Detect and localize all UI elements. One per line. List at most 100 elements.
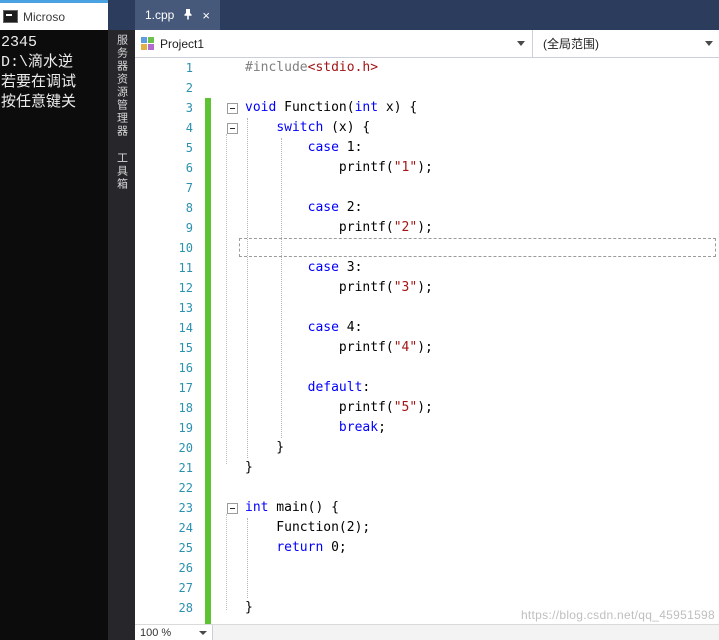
collapse-toggle-icon[interactable] <box>227 503 238 514</box>
console-output-line: 2345 <box>1 34 38 51</box>
code-text: break; <box>338 420 386 435</box>
line-number: 5 <box>185 141 193 155</box>
line-number: 22 <box>178 481 193 495</box>
code-line[interactable]: 17 default: <box>135 378 719 398</box>
zoom-level-label: 100 % <box>140 626 172 639</box>
outline-connector <box>226 134 227 464</box>
code-text: printf("3"); <box>245 280 433 295</box>
line-number: 25 <box>178 541 193 555</box>
editor-status-strip: 100 % <box>135 624 719 640</box>
code-editor[interactable]: 1 #include<stdio.h> 2 3 void Function(int x)… <box>135 58 719 624</box>
code-text: #include<stdio.h> <box>245 60 379 75</box>
code-text: case 4: <box>307 320 363 335</box>
line-number: 24 <box>178 521 193 535</box>
line-number: 8 <box>185 201 193 215</box>
code-line[interactable]: 21} <box>135 458 719 478</box>
line-number: 15 <box>178 341 193 355</box>
code-line[interactable]: 13 <box>135 298 719 318</box>
code-text: printf("5"); <box>245 400 433 415</box>
code-line[interactable]: 19 break; <box>135 418 719 438</box>
code-line[interactable]: 16 <box>135 358 719 378</box>
code-line[interactable]: 24 Function(2); <box>135 518 719 538</box>
tab-strip-corner <box>108 0 135 30</box>
sidebar-tab-toolbox[interactable]: 工具箱 <box>114 152 130 191</box>
code-line[interactable]: 8 case 2: <box>135 198 719 218</box>
sidebar-tab-server-explorer[interactable]: 服务器资源管理器 <box>114 34 130 138</box>
code-text: void Function(int x) { <box>245 100 418 115</box>
code-line[interactable]: 15 printf("4"); <box>135 338 719 358</box>
code-line[interactable]: 6 printf("1"); <box>135 158 719 178</box>
code-line[interactable]: 2 <box>135 78 719 98</box>
line-number: 26 <box>178 561 193 575</box>
watermark-text: https://blog.csdn.net/qq_45951598 <box>520 608 715 622</box>
code-line[interactable]: 3 void Function(int x) { <box>135 98 719 118</box>
code-line[interactable]: 22 <box>135 478 719 498</box>
indent-guide <box>247 118 248 458</box>
code-line[interactable]: 20 } <box>135 438 719 458</box>
console-app-icon <box>3 10 18 23</box>
line-number: 20 <box>178 441 193 455</box>
code-text: case 1: <box>307 140 363 155</box>
console-title: Microso <box>23 9 66 24</box>
code-line[interactable]: 26 <box>135 558 719 578</box>
console-window[interactable]: Microso 2345 D:\滴水逆 若要在调试 按任意键关 <box>0 0 108 640</box>
code-text: int main() { <box>245 500 339 515</box>
line-number: 6 <box>185 161 193 175</box>
code-line[interactable]: 18 printf("5"); <box>135 398 719 418</box>
code-line[interactable]: 7 <box>135 178 719 198</box>
code-line[interactable]: 27 <box>135 578 719 598</box>
code-line[interactable]: 14 case 4: <box>135 318 719 338</box>
document-tab-label: 1.cpp <box>145 8 175 22</box>
code-text: printf("4"); <box>245 340 433 355</box>
code-line[interactable]: 1 #include<stdio.h> <box>135 58 719 78</box>
code-lines: 1 #include<stdio.h> 2 3 void Function(int x)… <box>135 58 719 618</box>
code-text: return 0; <box>276 540 347 555</box>
line-number: 16 <box>178 361 193 375</box>
close-tab-icon[interactable]: × <box>202 9 210 22</box>
line-number: 11 <box>178 261 193 275</box>
console-output: 2345 D:\滴水逆 若要在调试 按任意键关 <box>0 30 108 116</box>
code-text: default: <box>307 380 371 395</box>
line-number: 10 <box>178 241 193 255</box>
line-number: 3 <box>185 101 193 115</box>
code-text: case 3: <box>307 260 363 275</box>
document-tab-1cpp[interactable]: 1.cpp × <box>135 0 220 30</box>
project-dropdown-label: Project1 <box>160 36 205 51</box>
line-number: 4 <box>185 121 193 135</box>
line-number: 12 <box>178 281 193 295</box>
pin-icon[interactable] <box>183 8 193 23</box>
zoom-selector[interactable]: 100 % <box>135 625 213 640</box>
change-tracking-margin <box>205 98 211 624</box>
code-line[interactable]: 4 switch (x) { <box>135 118 719 138</box>
autohide-tab-strip: 服务器资源管理器 工具箱 <box>108 0 135 640</box>
line-number: 17 <box>178 381 193 395</box>
collapse-toggle-icon[interactable] <box>227 123 238 134</box>
scope-dropdown[interactable]: (全局范围) <box>533 30 719 57</box>
code-text: } <box>245 440 285 455</box>
line-number: 2 <box>185 81 193 95</box>
line-number: 14 <box>178 321 193 335</box>
code-line[interactable]: 11 case 3: <box>135 258 719 278</box>
indent-guide <box>247 518 248 598</box>
code-line[interactable]: 5 case 1: <box>135 138 719 158</box>
fold-gutter <box>199 78 245 98</box>
code-text: printf("1"); <box>245 160 433 175</box>
scope-dropdown-label: (全局范围) <box>543 37 599 51</box>
line-number: 13 <box>178 301 193 315</box>
code-line[interactable]: 9 printf("2"); <box>135 218 719 238</box>
code-line[interactable]: 25 return 0; <box>135 538 719 558</box>
project-dropdown[interactable]: Project1 <box>135 30 533 57</box>
line-number: 1 <box>185 61 193 75</box>
code-line[interactable]: 12 printf("3"); <box>135 278 719 298</box>
collapse-toggle-icon[interactable] <box>227 103 238 114</box>
console-title-bar[interactable]: Microso <box>0 3 108 30</box>
chevron-down-icon <box>517 41 525 46</box>
chevron-down-icon <box>199 630 207 635</box>
console-output-line: D:\滴水逆 <box>1 54 74 71</box>
code-line[interactable]: 23 int main() { <box>135 498 719 518</box>
editor-pane: 1.cpp × Project1 (全局范围) 1 #include<stdio.… <box>135 0 719 640</box>
outline-connector <box>226 514 227 610</box>
line-number: 19 <box>178 421 193 435</box>
line-number: 9 <box>185 221 193 235</box>
line-number: 23 <box>178 501 193 515</box>
